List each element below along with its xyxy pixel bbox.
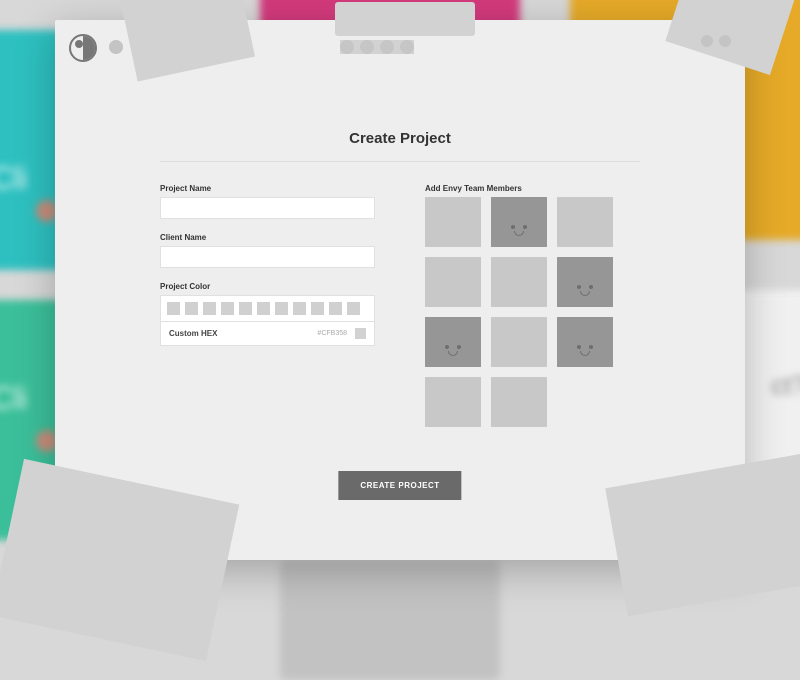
color-swatch[interactable] xyxy=(293,302,306,315)
divider xyxy=(160,161,640,162)
team-member-tile[interactable] xyxy=(557,317,613,367)
team-member-tile[interactable] xyxy=(557,257,613,307)
team-member-tile[interactable] xyxy=(425,377,481,427)
modal-content: Project Name Client Name Project Color C… xyxy=(160,184,640,427)
create-project-button[interactable]: CREATE PROJECT xyxy=(338,471,461,500)
color-swatch[interactable] xyxy=(329,302,342,315)
color-swatch[interactable] xyxy=(221,302,234,315)
team-member-tile[interactable] xyxy=(425,317,481,367)
header-dot xyxy=(719,35,731,47)
team-member-tile[interactable] xyxy=(557,197,613,247)
color-swatch[interactable] xyxy=(275,302,288,315)
header-dot-group xyxy=(109,40,123,54)
color-swatch[interactable] xyxy=(167,302,180,315)
custom-hex-value: #CFB358 xyxy=(317,330,347,337)
team-member-tile[interactable] xyxy=(491,317,547,367)
project-color-label: Project Color xyxy=(160,282,375,291)
form-column: Project Name Client Name Project Color C… xyxy=(160,184,375,427)
bg-card xyxy=(280,560,500,680)
client-name-label: Client Name xyxy=(160,233,375,242)
brand-logo-icon xyxy=(69,34,97,62)
color-swatch[interactable] xyxy=(185,302,198,315)
create-project-modal: Create Project Project Name Client Name … xyxy=(55,20,745,560)
header-dot xyxy=(701,35,713,47)
decoration-shape xyxy=(0,459,239,661)
team-member-tile[interactable] xyxy=(491,197,547,247)
color-swatch[interactable] xyxy=(239,302,252,315)
bg-card-text: Cli xyxy=(0,160,27,197)
custom-hex-preview-swatch xyxy=(355,328,366,339)
bg-card-text: Cli xyxy=(0,380,27,417)
team-column: Add Envy Team Members xyxy=(425,184,640,427)
color-swatch[interactable] xyxy=(311,302,324,315)
client-name-input[interactable] xyxy=(160,246,375,268)
color-swatch[interactable] xyxy=(347,302,360,315)
header-dot-group xyxy=(701,35,731,47)
team-section-label: Add Envy Team Members xyxy=(425,184,640,193)
team-member-tile[interactable] xyxy=(491,257,547,307)
decoration-shape xyxy=(335,2,475,36)
bg-card-text: ct? xyxy=(771,370,800,401)
custom-hex-label: Custom HEX xyxy=(169,329,217,338)
custom-hex-row: Custom HEX #CFB358 xyxy=(160,322,375,346)
project-name-label: Project Name xyxy=(160,184,375,193)
project-name-input[interactable] xyxy=(160,197,375,219)
color-swatch-row xyxy=(160,295,375,322)
color-swatch[interactable] xyxy=(257,302,270,315)
team-member-tile[interactable] xyxy=(491,377,547,427)
decoration-dots xyxy=(340,40,414,54)
header-dot xyxy=(109,40,123,54)
team-member-grid xyxy=(425,197,640,427)
team-member-tile[interactable] xyxy=(425,257,481,307)
team-member-tile[interactable] xyxy=(425,197,481,247)
color-swatch[interactable] xyxy=(203,302,216,315)
